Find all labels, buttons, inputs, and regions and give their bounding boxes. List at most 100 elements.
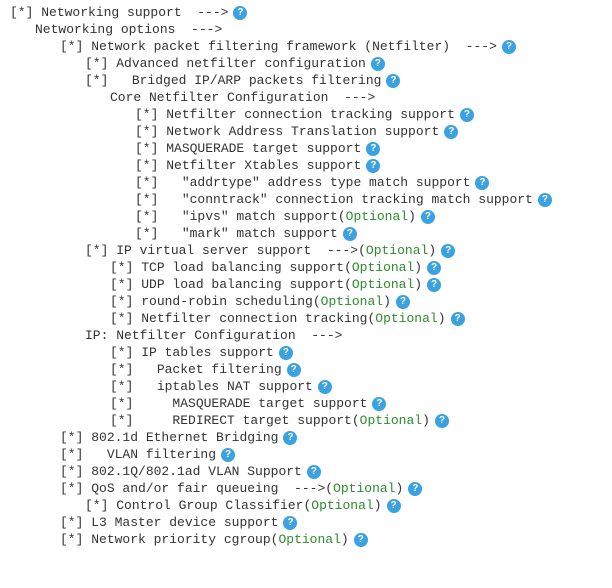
- config-row[interactable]: [*] 802.1d Ethernet Bridging?: [10, 429, 612, 446]
- checkbox[interactable]: [*]: [60, 429, 91, 446]
- checkbox[interactable]: [*]: [110, 344, 141, 361]
- config-row[interactable]: IP: Netfilter Configuration --->: [10, 327, 612, 344]
- help-icon[interactable]: ?: [451, 312, 465, 326]
- config-row[interactable]: [*] Advanced netfilter configuration?: [10, 55, 612, 72]
- help-icon[interactable]: ?: [283, 431, 297, 445]
- checkbox[interactable]: [*]: [110, 276, 141, 293]
- help-icon[interactable]: ?: [427, 261, 441, 275]
- help-icon[interactable]: ?: [538, 193, 552, 207]
- checkbox[interactable]: [*]: [135, 191, 166, 208]
- checkbox[interactable]: [*]: [135, 140, 166, 157]
- checkbox[interactable]: [*]: [135, 225, 166, 242]
- checkbox[interactable]: [*]: [110, 412, 141, 429]
- config-row[interactable]: [*] Network Address Translation support?: [10, 123, 612, 140]
- checkbox[interactable]: [*]: [85, 497, 116, 514]
- help-icon[interactable]: ?: [421, 210, 435, 224]
- submenu-arrow[interactable]: --->: [311, 242, 358, 259]
- config-row[interactable]: [*] round-robin scheduling (Optional)?: [10, 293, 612, 310]
- checkbox[interactable]: [*]: [135, 157, 166, 174]
- checkbox[interactable]: [*]: [85, 55, 116, 72]
- help-icon[interactable]: ?: [386, 74, 400, 88]
- checkbox[interactable]: [*]: [135, 208, 166, 225]
- config-row[interactable]: [*] Network priority cgroup (Optional)?: [10, 531, 612, 548]
- checkbox[interactable]: [*]: [60, 38, 91, 55]
- config-row[interactable]: [*] MASQUERADE target support?: [10, 395, 612, 412]
- help-icon[interactable]: ?: [366, 159, 380, 173]
- config-row[interactable]: [*] UDP load balancing support (Optional…: [10, 276, 612, 293]
- config-row[interactable]: [*] VLAN filtering?: [10, 446, 612, 463]
- help-icon[interactable]: ?: [444, 125, 458, 139]
- checkbox[interactable]: [*]: [110, 378, 141, 395]
- config-row[interactable]: [*] "mark" match support?: [10, 225, 612, 242]
- config-row[interactable]: Networking options --->: [10, 21, 612, 38]
- config-row[interactable]: [*] Control Group Classifier (Optional)?: [10, 497, 612, 514]
- help-icon[interactable]: ?: [435, 414, 449, 428]
- help-icon[interactable]: ?: [318, 380, 332, 394]
- help-icon[interactable]: ?: [343, 227, 357, 241]
- help-icon[interactable]: ?: [396, 295, 410, 309]
- config-row[interactable]: [*] "conntrack" connection tracking matc…: [10, 191, 612, 208]
- checkbox[interactable]: [*]: [110, 259, 141, 276]
- checkbox[interactable]: [*]: [135, 106, 166, 123]
- help-icon[interactable]: ?: [221, 448, 235, 462]
- help-icon[interactable]: ?: [354, 533, 368, 547]
- submenu-arrow[interactable]: --->: [175, 21, 222, 38]
- help-icon[interactable]: ?: [441, 244, 455, 258]
- help-icon[interactable]: ?: [387, 499, 401, 513]
- checkbox[interactable]: [*]: [135, 174, 166, 191]
- help-icon[interactable]: ?: [371, 57, 385, 71]
- submenu-arrow[interactable]: --->: [296, 327, 343, 344]
- help-icon[interactable]: ?: [283, 516, 297, 530]
- config-row[interactable]: [*] Network packet filtering framework (…: [10, 38, 612, 55]
- checkbox[interactable]: [*]: [135, 123, 166, 140]
- config-label: Netfilter connection tracking support: [166, 106, 455, 123]
- checkbox[interactable]: [*]: [110, 310, 141, 327]
- checkbox[interactable]: [*]: [85, 72, 116, 89]
- help-icon[interactable]: ?: [372, 397, 386, 411]
- config-row[interactable]: [*] Netfilter connection tracking (Optio…: [10, 310, 612, 327]
- config-row[interactable]: [*] Netfilter Xtables support?: [10, 157, 612, 174]
- config-label: 802.1d Ethernet Bridging: [91, 429, 278, 446]
- checkbox[interactable]: [*]: [60, 463, 91, 480]
- config-row[interactable]: [*] REDIRECT target support (Optional)?: [10, 412, 612, 429]
- submenu-arrow[interactable]: --->: [328, 89, 375, 106]
- config-row[interactable]: [*] L3 Master device support?: [10, 514, 612, 531]
- help-icon[interactable]: ?: [460, 108, 474, 122]
- checkbox[interactable]: [*]: [60, 514, 91, 531]
- checkbox[interactable]: [*]: [110, 293, 141, 310]
- help-icon[interactable]: ?: [279, 346, 293, 360]
- help-icon[interactable]: ?: [408, 482, 422, 496]
- help-icon[interactable]: ?: [366, 142, 380, 156]
- help-icon[interactable]: ?: [233, 6, 247, 20]
- checkbox[interactable]: [*]: [110, 361, 141, 378]
- checkbox[interactable]: [*]: [10, 4, 41, 21]
- config-row[interactable]: [*] MASQUERADE target support?: [10, 140, 612, 157]
- checkbox[interactable]: [*]: [60, 446, 91, 463]
- config-row[interactable]: [*] Bridged IP/ARP packets filtering?: [10, 72, 612, 89]
- help-icon[interactable]: ?: [475, 176, 489, 190]
- submenu-arrow[interactable]: --->: [278, 480, 325, 497]
- config-row[interactable]: [*] "addrtype" address type match suppor…: [10, 174, 612, 191]
- help-icon[interactable]: ?: [502, 40, 516, 54]
- config-row[interactable]: [*] Packet filtering?: [10, 361, 612, 378]
- config-row[interactable]: [*] Networking support --->?: [10, 4, 612, 21]
- config-row[interactable]: [*] "ipvs" match support (Optional)?: [10, 208, 612, 225]
- config-row[interactable]: Core Netfilter Configuration --->: [10, 89, 612, 106]
- checkbox[interactable]: [*]: [60, 480, 91, 497]
- config-row[interactable]: [*] IP tables support?: [10, 344, 612, 361]
- checkbox[interactable]: [*]: [85, 242, 116, 259]
- paren-close: ): [341, 531, 349, 548]
- checkbox[interactable]: [*]: [60, 531, 91, 548]
- help-icon[interactable]: ?: [287, 363, 301, 377]
- config-row[interactable]: [*] QoS and/or fair queueing ---> (Optio…: [10, 480, 612, 497]
- submenu-arrow[interactable]: --->: [182, 4, 229, 21]
- help-icon[interactable]: ?: [427, 278, 441, 292]
- submenu-arrow[interactable]: --->: [450, 38, 497, 55]
- config-row[interactable]: [*] TCP load balancing support (Optional…: [10, 259, 612, 276]
- help-icon[interactable]: ?: [307, 465, 321, 479]
- checkbox[interactable]: [*]: [110, 395, 141, 412]
- config-row[interactable]: [*] iptables NAT support?: [10, 378, 612, 395]
- config-row[interactable]: [*] 802.1Q/802.1ad VLAN Support?: [10, 463, 612, 480]
- config-row[interactable]: [*] IP virtual server support ---> (Opti…: [10, 242, 612, 259]
- config-row[interactable]: [*] Netfilter connection tracking suppor…: [10, 106, 612, 123]
